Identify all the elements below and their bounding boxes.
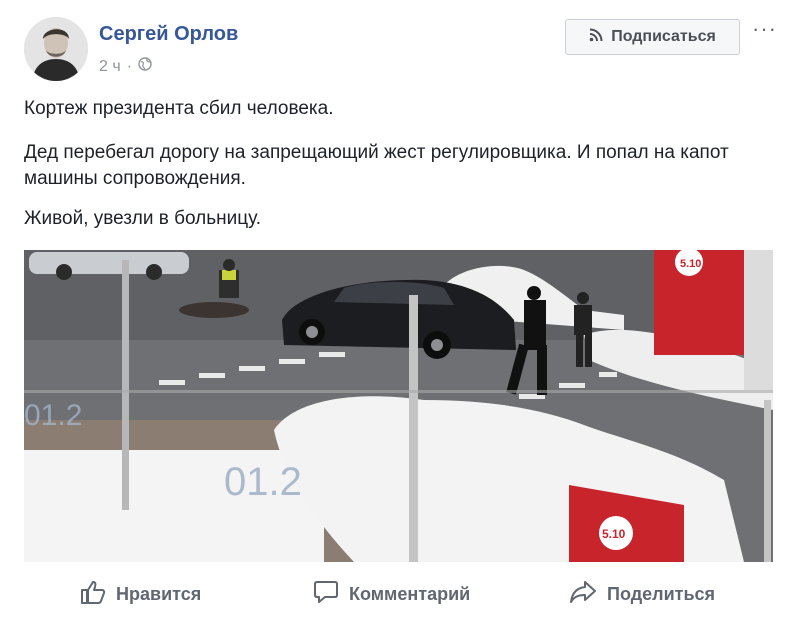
post-actions-bar: Нравится Комментарий Поделиться	[0, 572, 800, 616]
glass-text-center: 01.2	[224, 460, 302, 504]
share-button[interactable]: Поделиться	[569, 572, 715, 616]
post-text-paragraph-3: Живой, увезли в больницу.	[24, 208, 262, 229]
sign-text-bottom: 5.10	[602, 527, 626, 541]
like-button[interactable]: Нравится	[80, 572, 201, 616]
comment-icon	[313, 579, 339, 610]
post-time[interactable]: 2 ч	[99, 58, 121, 76]
glass-text-left: 01.2	[24, 399, 82, 432]
thumbs-up-icon	[80, 579, 106, 610]
post-text-paragraph-1: Кортеж президента сбил человека.	[24, 98, 334, 119]
avatar-photo	[24, 17, 88, 81]
meta-separator: ·	[126, 57, 133, 75]
author-avatar[interactable]	[24, 17, 88, 81]
post-text-paragraph-2: Дед перебегал дорогу на запрещающий жест…	[24, 142, 729, 189]
share-icon	[569, 579, 597, 610]
share-label: Поделиться	[607, 583, 716, 604]
globe-icon[interactable]	[138, 57, 152, 76]
post-photo[interactable]: 5.10 5.10 01.2 01.2	[24, 250, 773, 562]
comment-button[interactable]: Комментарий	[313, 572, 470, 616]
more-options-button[interactable]: ···	[752, 18, 777, 40]
rss-icon	[589, 28, 603, 47]
post-meta: 2 ч ·	[99, 57, 152, 76]
sign-text-top: 5.10	[680, 258, 701, 270]
comment-label: Комментарий	[349, 583, 471, 604]
subscribe-label: Подписаться	[611, 28, 716, 45]
author-name[interactable]: Сергей Орлов	[99, 23, 238, 46]
like-label: Нравится	[116, 583, 202, 604]
street-scene-photo: 5.10 5.10 01.2 01.2	[24, 250, 773, 562]
subscribe-button[interactable]: Подписаться	[565, 19, 740, 55]
